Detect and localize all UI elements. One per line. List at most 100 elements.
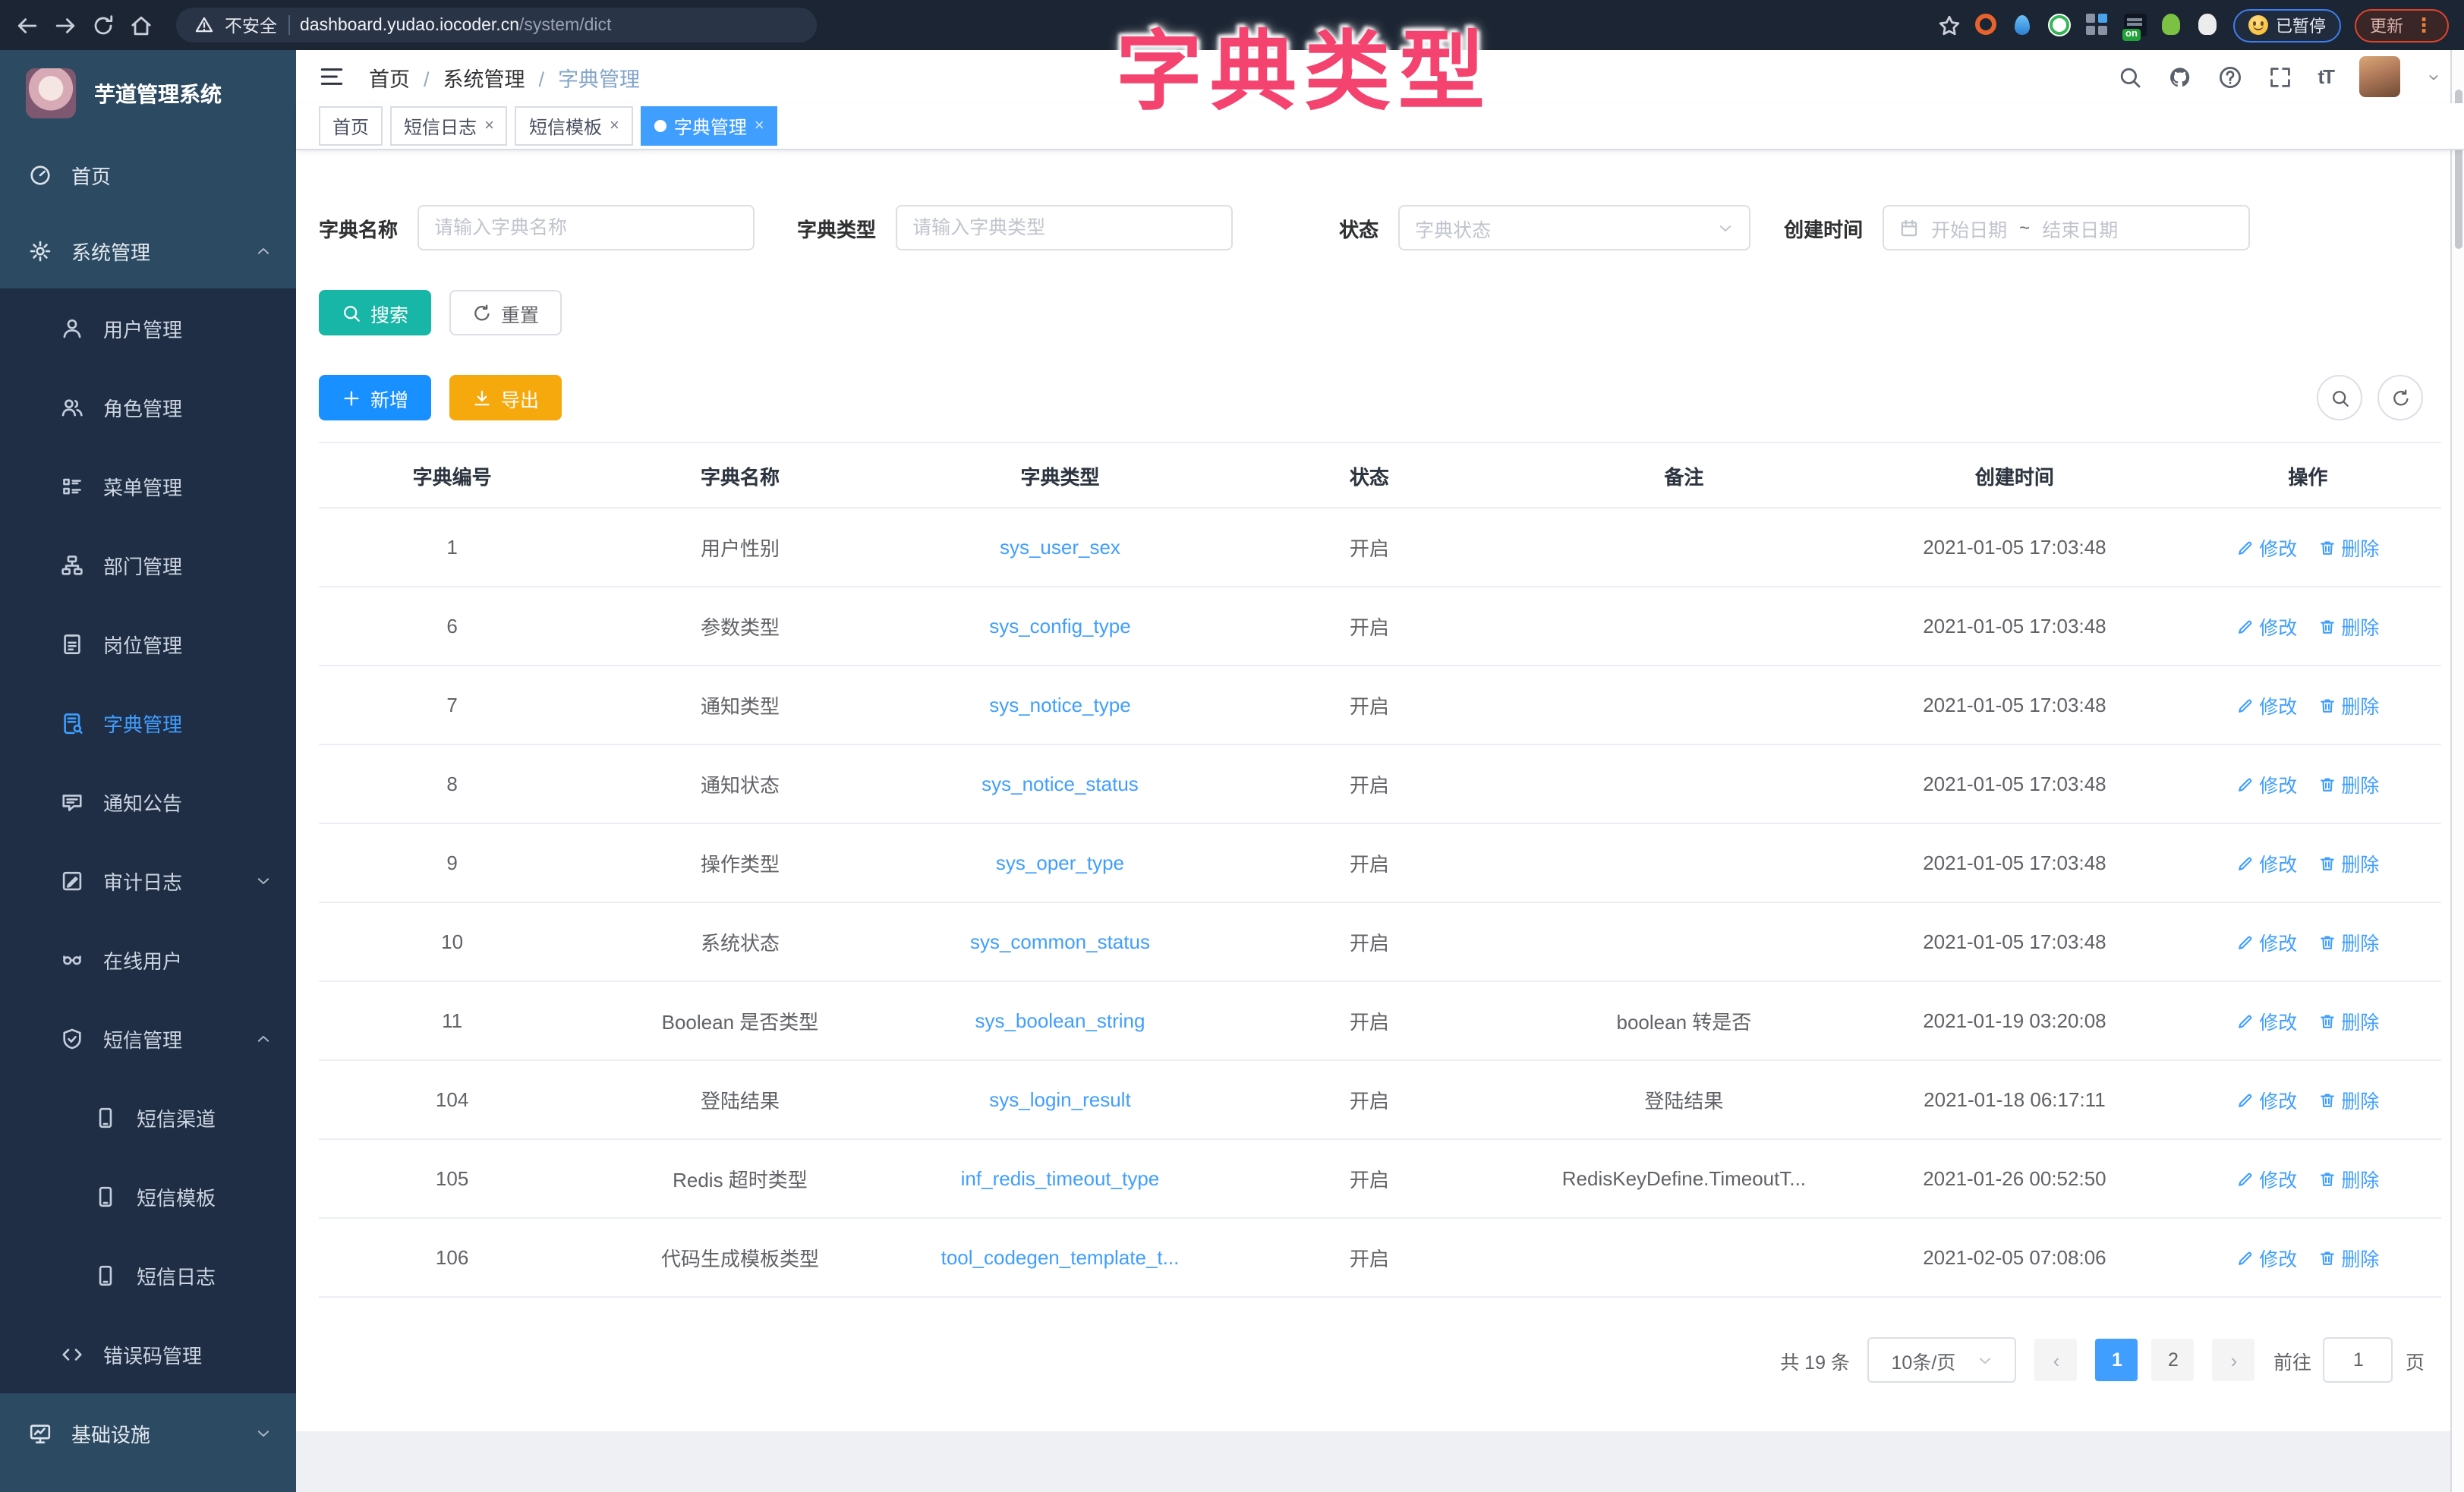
sidebar-item[interactable]: 基础设施 — [0, 1393, 296, 1472]
dict-type-link[interactable]: sys_login_result — [895, 1060, 1226, 1139]
user-avatar[interactable] — [2359, 56, 2400, 97]
add-button[interactable]: 新增 — [319, 375, 431, 420]
view-tab[interactable]: 短信日志 × — [390, 106, 508, 146]
page-button[interactable]: 1 — [2096, 1339, 2138, 1381]
sidebar-item[interactable]: 短信日志 — [0, 1235, 296, 1314]
extension-drop-icon[interactable] — [2012, 14, 2034, 36]
breadcrumb-item[interactable]: 首页/ — [369, 61, 443, 92]
address-bar[interactable]: 不安全 dashboard.yudao.iocoder.cn/system/di… — [176, 8, 817, 42]
extension-ghost-icon[interactable] — [2197, 14, 2220, 36]
edit-link[interactable]: 修改 — [2236, 927, 2297, 956]
view-tab[interactable]: 字典管理 × — [641, 106, 778, 146]
dict-type-link[interactable]: tool_codegen_template_t... — [895, 1218, 1226, 1297]
kebab-menu-icon[interactable]: ⋮ — [2414, 13, 2434, 37]
sidebar-item[interactable]: 在线用户 — [0, 920, 296, 999]
extension-person-icon[interactable] — [2160, 14, 2183, 36]
question-icon[interactable] — [2217, 65, 2242, 89]
dict-type-link[interactable]: inf_redis_timeout_type — [895, 1139, 1226, 1218]
edit-link[interactable]: 修改 — [2236, 848, 2297, 877]
sidebar-item[interactable]: 错误码管理 — [0, 1314, 296, 1393]
status-select[interactable]: 字典状态 — [1398, 205, 1750, 250]
edit-link[interactable]: 修改 — [2236, 533, 2297, 562]
sidebar-item[interactable]: 短信渠道 — [0, 1078, 296, 1157]
hamburger-icon[interactable] — [319, 64, 345, 90]
dict-type-link[interactable]: sys_notice_type — [895, 666, 1226, 744]
page-button[interactable]: 2 — [2152, 1339, 2195, 1381]
sidebar-item[interactable]: 部门管理 — [0, 525, 296, 604]
dict-name-input[interactable] — [417, 205, 755, 250]
paused-extension-pill[interactable]: 已暂停 — [2233, 8, 2341, 42]
delete-link[interactable]: 删除 — [2318, 1085, 2379, 1114]
reload-icon[interactable] — [91, 13, 115, 37]
dict-type-input[interactable] — [896, 205, 1233, 250]
date-range-picker[interactable]: 开始日期 ~ 结束日期 — [1883, 205, 2250, 250]
edit-link[interactable]: 修改 — [2236, 1006, 2297, 1035]
fullscreen-icon[interactable] — [2267, 65, 2292, 89]
breadcrumb-item[interactable]: 系统管理/ — [443, 61, 559, 92]
breadcrumb-item[interactable]: 字典管理/ — [558, 61, 640, 92]
edit-link[interactable]: 修改 — [2236, 770, 2297, 798]
extension-green-icon[interactable] — [2048, 14, 2071, 36]
view-tab[interactable]: 短信模板 × — [515, 106, 633, 146]
home-icon[interactable] — [129, 13, 153, 37]
scrollbar[interactable] — [2450, 50, 2464, 1492]
next-page-button[interactable]: › — [2213, 1339, 2255, 1381]
star-icon[interactable] — [1937, 13, 1961, 37]
show-search-button[interactable] — [2317, 375, 2362, 420]
dict-type-link[interactable]: sys_notice_status — [895, 744, 1226, 823]
sidebar-item[interactable]: 短信模板 — [0, 1157, 296, 1235]
close-icon[interactable]: × — [610, 118, 619, 134]
close-icon[interactable]: × — [755, 118, 764, 134]
reset-button[interactable]: 重置 — [449, 290, 562, 335]
sidebar-item[interactable]: 审计日志 — [0, 841, 296, 920]
caret-down-icon[interactable] — [2426, 69, 2441, 84]
goto-page-input[interactable] — [2324, 1337, 2393, 1383]
forward-icon[interactable] — [53, 13, 77, 37]
sidebar-item[interactable]: 用户管理 — [0, 288, 296, 367]
sidebar-item[interactable]: 通知公告 — [0, 762, 296, 841]
delete-link[interactable]: 删除 — [2318, 612, 2379, 641]
refresh-table-button[interactable] — [2377, 375, 2423, 420]
sidebar-item[interactable]: 短信管理 — [0, 999, 296, 1078]
close-icon[interactable]: × — [484, 118, 494, 134]
extension-on-icon[interactable]: on — [2124, 14, 2147, 36]
view-tab[interactable]: 首页 × — [319, 106, 383, 146]
security-label[interactable]: 不安全 — [225, 13, 277, 37]
page-size-select[interactable]: 10条/页 — [1868, 1337, 2017, 1383]
back-icon[interactable] — [15, 13, 39, 37]
dict-type-link[interactable]: sys_common_status — [895, 902, 1226, 981]
delete-link[interactable]: 删除 — [2318, 691, 2379, 719]
delete-link[interactable]: 删除 — [2318, 1006, 2379, 1035]
delete-link[interactable]: 删除 — [2318, 770, 2379, 798]
sidebar-item[interactable]: 岗位管理 — [0, 604, 296, 683]
delete-link[interactable]: 删除 — [2318, 533, 2379, 562]
sidebar-item[interactable]: 角色管理 — [0, 367, 296, 446]
sidebar-item[interactable]: 系统管理 — [0, 212, 296, 288]
delete-link[interactable]: 删除 — [2318, 1243, 2379, 1272]
extension-donut-icon[interactable] — [1975, 14, 1998, 36]
github-icon[interactable] — [2167, 65, 2191, 89]
extension-grid-icon[interactable] — [2084, 12, 2110, 38]
edit-link[interactable]: 修改 — [2236, 1164, 2297, 1193]
dict-type-link[interactable]: sys_config_type — [895, 587, 1226, 666]
edit-link[interactable]: 修改 — [2236, 1243, 2297, 1272]
sidebar-item[interactable]: 菜单管理 — [0, 446, 296, 525]
app-logo[interactable]: 芋道管理系统 — [0, 50, 296, 137]
edit-link[interactable]: 修改 — [2236, 691, 2297, 719]
dict-type-link[interactable]: sys_boolean_string — [895, 981, 1226, 1060]
update-browser-pill[interactable]: 更新 ⋮ — [2355, 8, 2449, 42]
font-size-icon[interactable]: tT — [2317, 65, 2333, 88]
delete-link[interactable]: 删除 — [2318, 1164, 2379, 1193]
prev-page-button[interactable]: ‹ — [2035, 1339, 2078, 1381]
url-text[interactable]: dashboard.yudao.iocoder.cn/system/dict — [300, 16, 611, 34]
dict-type-link[interactable]: sys_user_sex — [895, 508, 1226, 587]
sidebar-item[interactable]: 字典管理 — [0, 683, 296, 762]
dict-type-link[interactable]: sys_oper_type — [895, 823, 1226, 902]
export-button[interactable]: 导出 — [449, 375, 562, 420]
search-button[interactable]: 搜索 — [319, 290, 431, 335]
sidebar-item[interactable]: 首页 — [0, 137, 296, 212]
edit-link[interactable]: 修改 — [2236, 1085, 2297, 1114]
delete-link[interactable]: 删除 — [2318, 927, 2379, 956]
delete-link[interactable]: 删除 — [2318, 848, 2379, 877]
search-icon[interactable] — [2117, 65, 2141, 89]
